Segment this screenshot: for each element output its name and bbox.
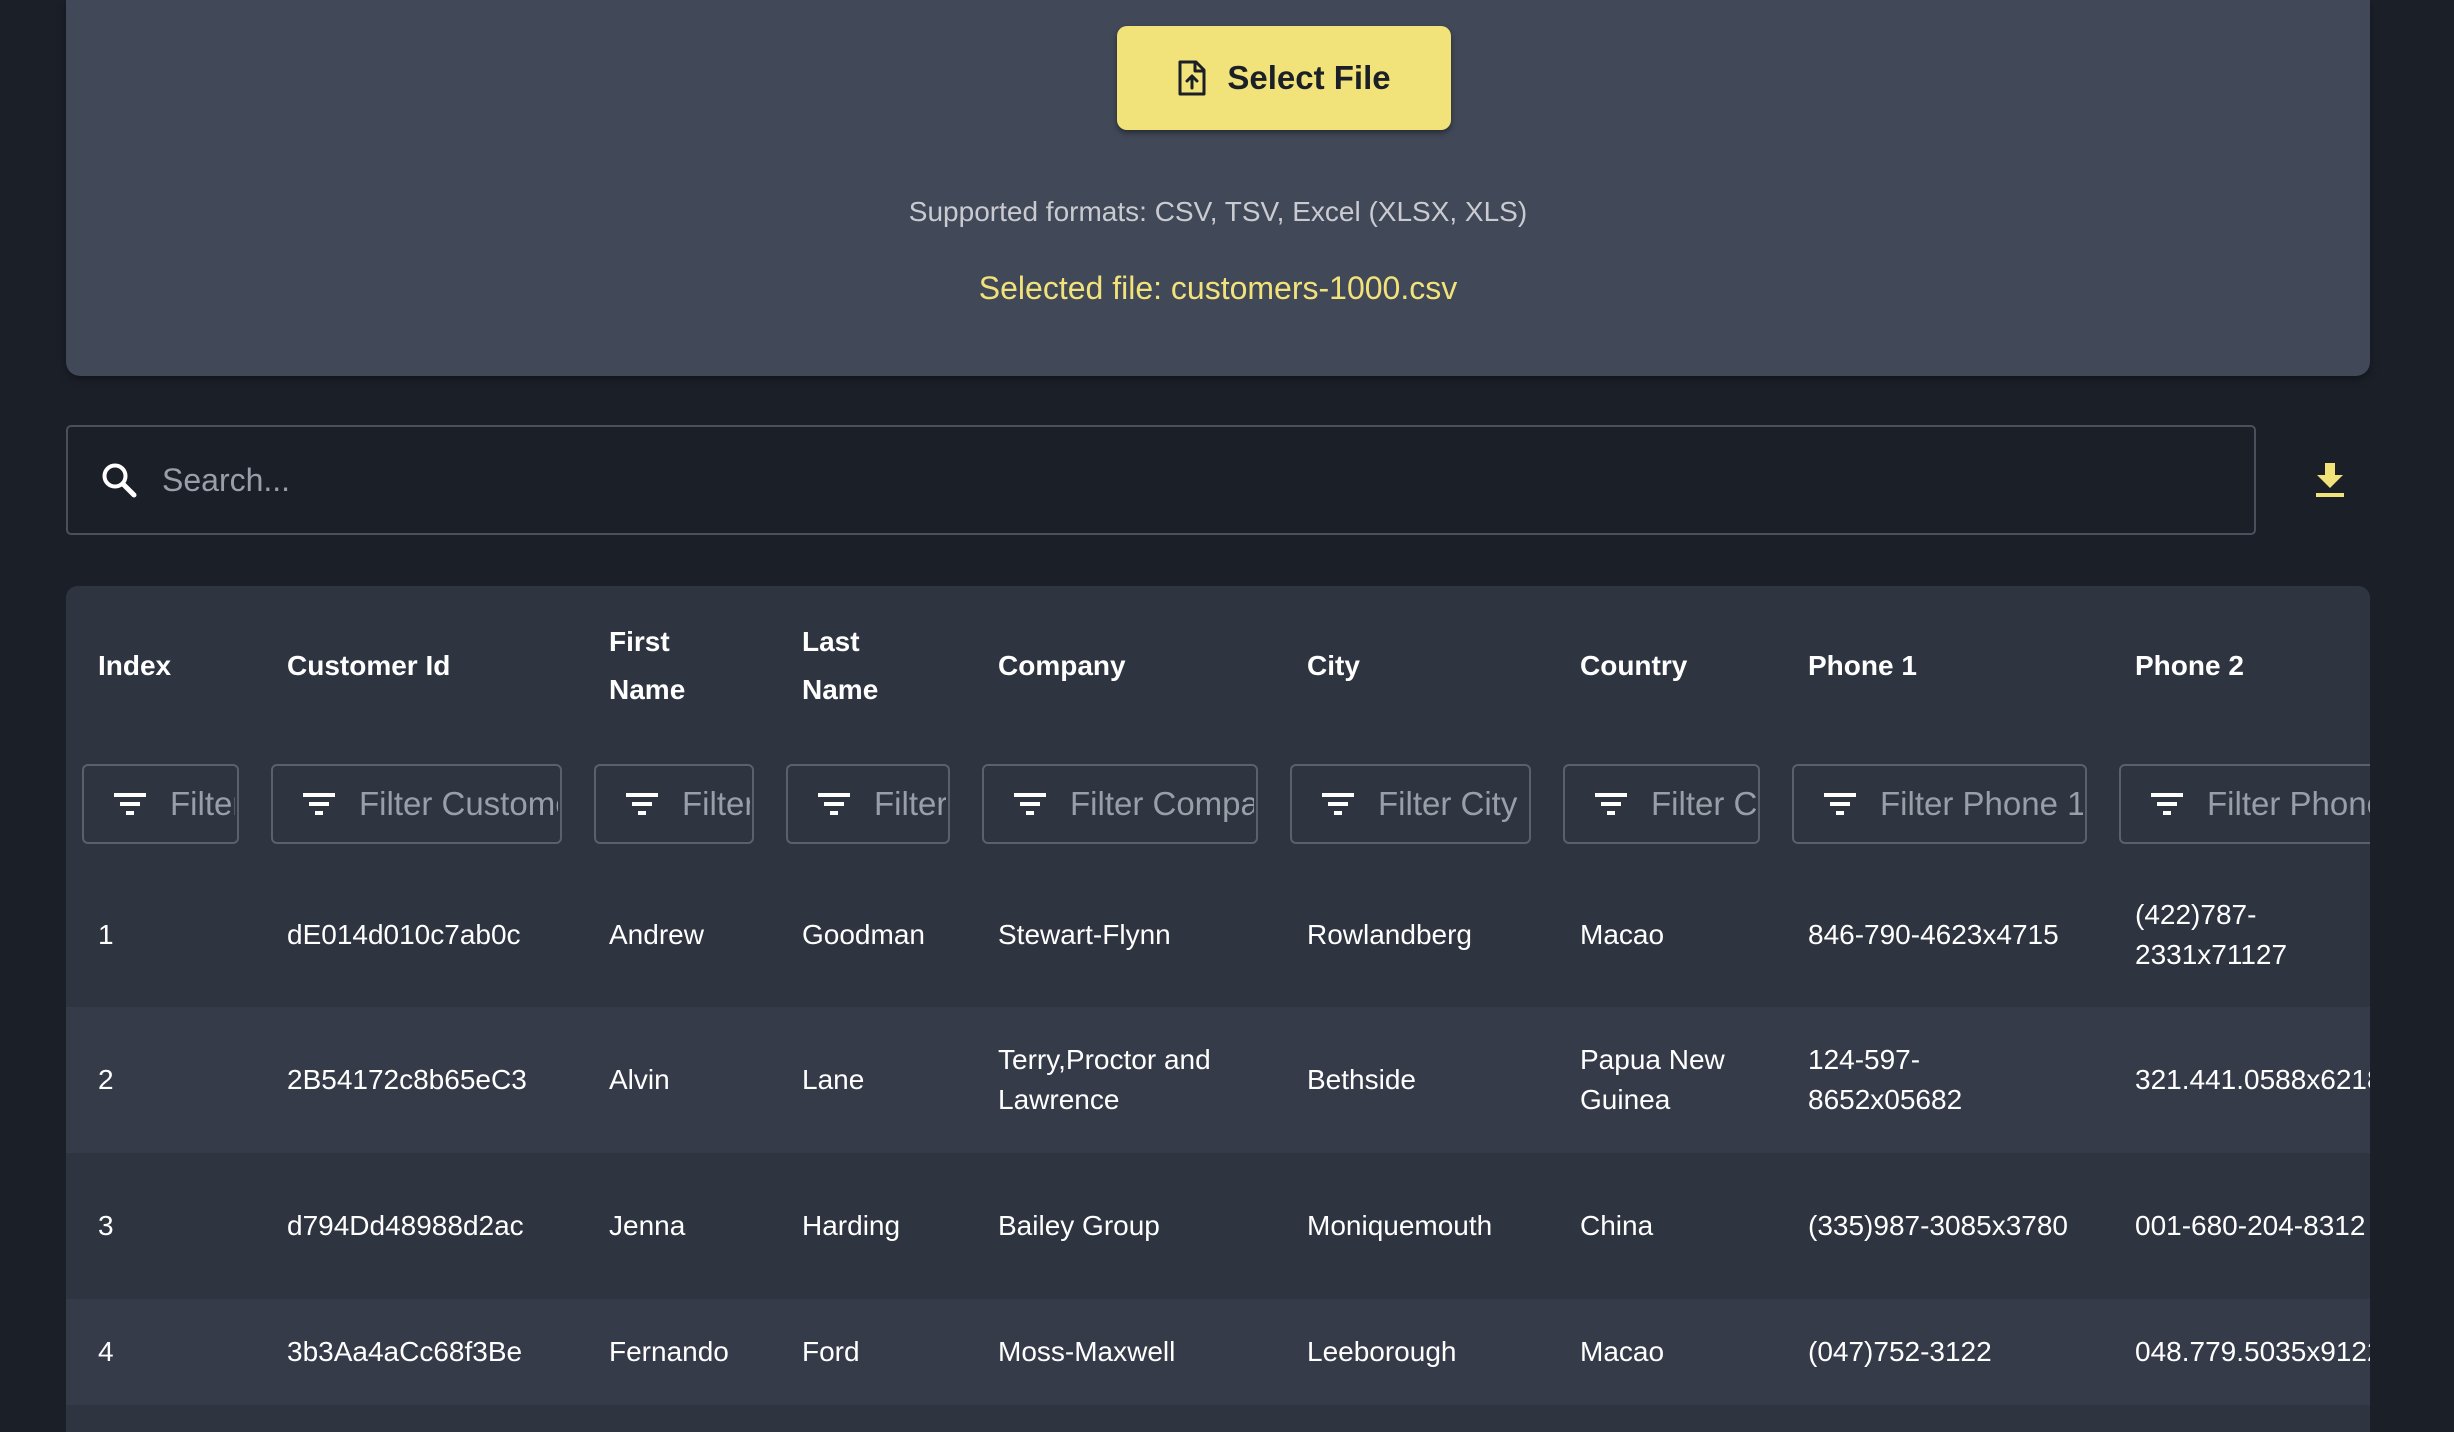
cell-last-name: Lane xyxy=(802,1064,865,1095)
cell-country: Papua New Guinea xyxy=(1580,1044,1725,1115)
filter-company xyxy=(982,764,1258,844)
supported-formats-text: Supported formats: CSV, TSV, Excel (XLSX… xyxy=(908,196,1528,227)
header-last-name[interactable]: Last Name xyxy=(802,586,922,746)
cell-index: 3 xyxy=(98,1210,114,1241)
search-icon xyxy=(100,461,138,499)
cell-country: Macao xyxy=(1580,1336,1665,1367)
cell-city: Bethside xyxy=(1307,1064,1416,1095)
filter-index xyxy=(82,764,239,844)
filter-icon xyxy=(1824,792,1856,816)
filter-icon xyxy=(114,792,146,816)
filter-icon xyxy=(2151,792,2183,816)
filter-first-name-input[interactable] xyxy=(680,784,752,824)
table-row[interactable] xyxy=(66,1405,2370,1432)
cell-first-name: Fernando xyxy=(609,1336,729,1367)
filter-phone-2 xyxy=(2119,764,2370,844)
cell-phone-2: 001-680-204-8312 xyxy=(2135,1210,2366,1241)
filter-customer-id xyxy=(271,764,562,844)
table-header-row: Index Customer Id First Name Last Name C… xyxy=(66,586,2370,747)
filter-first-name xyxy=(594,764,754,844)
download-icon xyxy=(2314,461,2346,499)
cell-company: Stewart-Flynn xyxy=(998,918,1171,950)
header-phone-1[interactable]: Phone 1 xyxy=(1808,586,2088,746)
filter-index-input[interactable] xyxy=(168,784,237,824)
filter-city xyxy=(1290,764,1531,844)
table-row[interactable]: 3 d794Dd48988d2ac Jenna Harding Bailey G… xyxy=(66,1153,2370,1300)
upload-panel: Select File Supported formats: CSV, TSV,… xyxy=(66,0,2370,376)
filter-phone-1 xyxy=(1792,764,2087,844)
cell-index: 1 xyxy=(98,918,114,950)
data-table: Index Customer Id First Name Last Name C… xyxy=(66,586,2370,1432)
table-row[interactable]: 4 3b3Aa4aCc68f3Be Fernando Ford Moss-Max… xyxy=(66,1299,2370,1406)
header-company[interactable]: Company xyxy=(998,586,1258,746)
select-file-label: Select File xyxy=(1227,59,1391,96)
table-row[interactable]: 2 2B54172c8b65eC3 Alvin Lane Terry,Proct… xyxy=(66,1007,2370,1154)
cell-city: Moniquemouth xyxy=(1307,1210,1493,1241)
cell-phone-1: (047)752-3122 xyxy=(1808,1336,1992,1367)
cell-first-name: Alvin xyxy=(609,1064,670,1095)
filter-country-input[interactable] xyxy=(1649,784,1758,824)
filter-country xyxy=(1563,764,1760,844)
cell-phone-1: 846-790-4623x4715 xyxy=(1808,918,2059,950)
cell-last-name: Harding xyxy=(802,1210,901,1241)
filter-company-input[interactable] xyxy=(1068,784,1256,824)
cell-customer-id: dE014d010c7ab0c xyxy=(287,918,521,950)
filter-icon xyxy=(626,792,658,816)
filter-row xyxy=(66,746,2370,863)
select-file-button[interactable]: Select File xyxy=(1117,26,1451,130)
filter-icon xyxy=(1322,792,1354,816)
filter-icon xyxy=(1595,792,1627,816)
cell-index: 2 xyxy=(98,1064,114,1095)
header-phone-2[interactable]: Phone 2 xyxy=(2135,586,2365,746)
header-index[interactable]: Index xyxy=(98,586,248,746)
filter-last-name xyxy=(786,764,950,844)
file-upload-icon xyxy=(1177,60,1227,96)
cell-phone-2: 048.779.5035x9122 xyxy=(2135,1336,2370,1367)
cell-phone-1: (335)987-3085x3780 xyxy=(1808,1210,2068,1241)
filter-phone-2-input[interactable] xyxy=(2205,784,2370,824)
cell-country: China xyxy=(1580,1210,1654,1241)
cell-phone-2: (422)787-2331x71127 xyxy=(2135,898,2288,970)
filter-icon xyxy=(303,792,335,816)
cell-phone-1: 124-597-8652x05682 xyxy=(1808,1044,1963,1115)
search-input[interactable] xyxy=(160,460,2254,500)
filter-city-input[interactable] xyxy=(1376,784,1529,824)
header-city[interactable]: City xyxy=(1307,586,1527,746)
cell-country: Macao xyxy=(1580,918,1665,950)
filter-customer-id-input[interactable] xyxy=(357,784,560,824)
cell-company: Terry,Proctor and Lawrence xyxy=(998,1044,1211,1115)
search-bar xyxy=(66,425,2256,535)
cell-index: 4 xyxy=(98,1336,114,1367)
filter-phone-1-input[interactable] xyxy=(1878,784,2085,824)
cell-city: Rowlandberg xyxy=(1307,918,1472,950)
header-first-name[interactable]: First Name xyxy=(609,586,729,746)
cell-last-name: Ford xyxy=(802,1336,860,1367)
selected-file-text: Selected file: customers-1000.csv xyxy=(978,270,1458,306)
header-country[interactable]: Country xyxy=(1580,586,1780,746)
cell-customer-id: d794Dd48988d2ac xyxy=(287,1210,524,1241)
cell-first-name: Jenna xyxy=(609,1210,686,1241)
filter-icon xyxy=(818,792,850,816)
table-row[interactable]: 1 dE014d010c7ab0c Andrew Goodman Stewart… xyxy=(66,862,2370,1008)
cell-customer-id: 3b3Aa4aCc68f3Be xyxy=(287,1336,523,1367)
filter-icon xyxy=(1014,792,1046,816)
filter-last-name-input[interactable] xyxy=(872,784,948,824)
cell-last-name: Goodman xyxy=(802,918,925,950)
cell-customer-id: 2B54172c8b65eC3 xyxy=(287,1064,527,1095)
cell-phone-2: 321.441.0588x6218 xyxy=(2135,1064,2370,1095)
cell-company: Moss-Maxwell xyxy=(998,1336,1176,1367)
download-button[interactable] xyxy=(2310,458,2350,502)
header-customer-id[interactable]: Customer Id xyxy=(287,586,567,746)
cell-first-name: Andrew xyxy=(609,918,704,950)
cell-city: Leeborough xyxy=(1307,1336,1457,1367)
cell-company: Bailey Group xyxy=(998,1210,1160,1241)
